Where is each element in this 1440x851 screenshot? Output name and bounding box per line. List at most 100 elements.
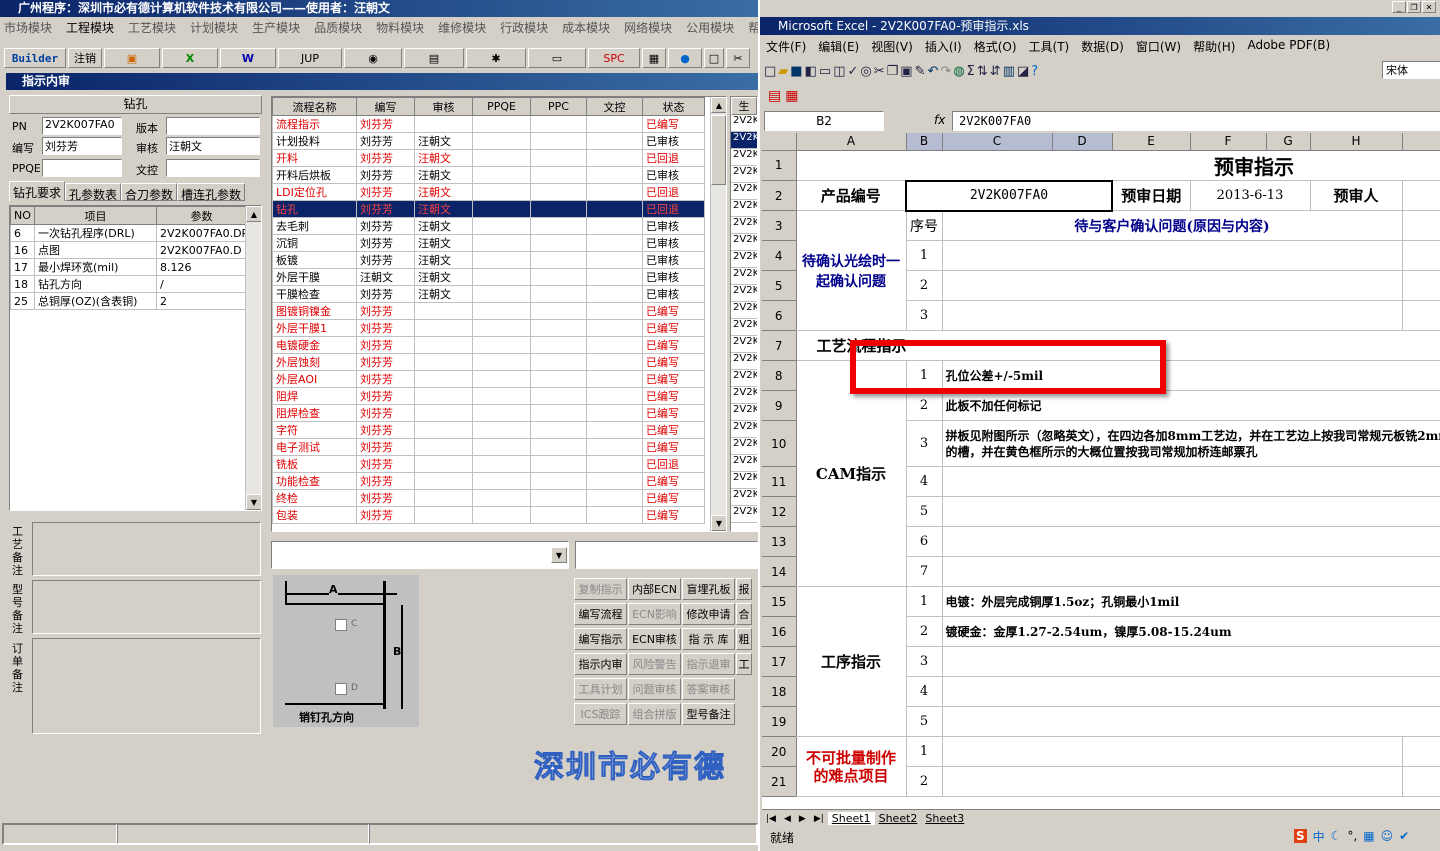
flow-header-5[interactable]: 文控 [586, 97, 643, 116]
param-row[interactable]: 25 总铜厚(OZ)(含表铜) 2 [10, 292, 247, 310]
menu-item-7[interactable]: 维修模块 [438, 21, 486, 35]
cam-item[interactable] [942, 526, 1440, 557]
drawing-icon[interactable]: ◪ [1017, 64, 1029, 79]
flow-row[interactable]: 板镀 刘芬芳 汪朝文 已审核 [272, 251, 705, 269]
excel-menu-item-4[interactable]: 格式(O) [974, 38, 1017, 56]
action-button-0-3[interactable]: 报 [736, 578, 752, 600]
research-icon[interactable]: ◎ [860, 64, 871, 79]
flow-row[interactable]: 外层AOI 刘芬芳 已编写 [272, 370, 705, 388]
side-cell[interactable]: 2V2K [731, 387, 757, 404]
ime-lang[interactable]: 中 [1313, 828, 1325, 845]
action-button-4-2[interactable]: 答案审核 [682, 678, 735, 700]
side-cell[interactable]: 2V2K [731, 149, 757, 166]
flow-row[interactable]: 图镀铜镍金 刘芬芳 已编写 [272, 302, 705, 320]
database-icon[interactable]: ▤ [404, 48, 464, 68]
help-icon[interactable]: ? [1031, 64, 1038, 79]
pdf-email-icon[interactable]: ▦ [785, 88, 798, 104]
menu-item-3[interactable]: 计划模块 [190, 21, 238, 35]
flow-header-6[interactable]: 状态 [642, 97, 705, 116]
flow-row[interactable]: 字符 刘芬芳 已编写 [272, 421, 705, 439]
flow-header-4[interactable]: PPC [530, 97, 587, 116]
action-button-5-1[interactable]: 组合拼版 [628, 703, 681, 725]
print-icon[interactable]: ▭ [819, 64, 831, 79]
side-cell[interactable]: 2V2K [731, 234, 757, 251]
side-cell[interactable]: 2V2K [731, 251, 757, 268]
flow-header-2[interactable]: 审核 [414, 97, 473, 116]
cut-icon[interactable]: ✂ [874, 64, 885, 79]
formula-bar[interactable]: 2V2K007FA0 [952, 111, 1440, 131]
print-preview-icon[interactable]: ◫ [833, 64, 845, 79]
flow-row[interactable]: 外层蚀刻 刘芬芳 已编写 [272, 353, 705, 371]
side-cell[interactable]: 2V2K [731, 166, 757, 183]
calc-icon[interactable]: ▦ [642, 48, 666, 68]
flow-row[interactable]: 包装 刘芬芳 已编写 [272, 506, 705, 524]
col-header-a[interactable]: A [796, 133, 907, 151]
scroll-down-icon[interactable]: ▼ [711, 515, 726, 531]
excel-menu-item-2[interactable]: 视图(V) [871, 38, 913, 56]
redo-icon[interactable]: ↷ [940, 64, 951, 79]
spc-button[interactable]: SPC [588, 48, 640, 68]
param-row[interactable]: 6 一次钻孔程序(DRL) 2V2K007FA0.DRL [10, 224, 247, 242]
scroll-up-icon[interactable]: ▲ [246, 206, 261, 222]
col-header-b[interactable]: B [906, 133, 943, 151]
process-item[interactable]: 电镀：外层完成铜厚1.5oz；孔铜最小1mil [942, 586, 1440, 617]
flow-row[interactable]: 开料 刘芬芳 汪朝文 已回退 [272, 149, 705, 167]
save-icon[interactable]: ■ [790, 64, 802, 79]
action-button-2-0[interactable]: 编写指示 [574, 628, 627, 650]
action-button-1-2[interactable]: 修改申请 [682, 603, 735, 625]
action-button-5-2[interactable]: 型号备注 [682, 703, 735, 725]
flow-row[interactable]: 电镀硬金 刘芬芳 已编写 [272, 336, 705, 354]
action-button-3-1[interactable]: 风险警告 [628, 653, 681, 675]
menu-item-4[interactable]: 生产模块 [252, 21, 300, 35]
cam-item[interactable] [942, 556, 1440, 587]
side-cell[interactable]: 2V2K [731, 489, 757, 506]
page-icon[interactable]: □ [704, 48, 724, 68]
review-date-value[interactable]: 2013-6-13 [1190, 180, 1311, 211]
excel-menu-item-5[interactable]: 工具(T) [1029, 38, 1070, 56]
sort-asc-icon[interactable]: ⇅ [977, 64, 988, 79]
eye-icon[interactable]: ◉ [344, 48, 402, 68]
first-sheet-icon[interactable]: |◀ [766, 814, 776, 824]
excel-menu-item-3[interactable]: 插入(I) [925, 38, 962, 56]
flow-row[interactable]: 铣板 刘芬芳 已回退 [272, 455, 705, 473]
menu-item-0[interactable]: 市场模块 [4, 21, 52, 35]
flow-row[interactable]: 流程指示 刘芬芳 已编写 [272, 115, 705, 133]
action-button-4-0[interactable]: 工具计划 [574, 678, 627, 700]
side-cell[interactable]: 2V2K [731, 506, 757, 523]
flow-row[interactable]: 沉铜 刘芬芳 汪朝文 已审核 [272, 234, 705, 252]
action-button-3-3[interactable]: 工 [736, 653, 752, 675]
open-icon[interactable]: ▰ [778, 64, 788, 79]
checkbox-c[interactable] [335, 619, 347, 631]
col-header-f[interactable]: F [1190, 133, 1267, 151]
flow-header-3[interactable]: PPQE [472, 97, 531, 116]
copy-icon[interactable]: ❐ [887, 64, 899, 79]
side-cell[interactable]: 2V2K [731, 336, 757, 353]
col-header-h[interactable]: H [1310, 133, 1403, 151]
word-icon[interactable]: W [220, 48, 276, 68]
param-scrollbar[interactable]: ▲ ▼ [245, 206, 261, 510]
new-icon[interactable]: □ [764, 64, 776, 79]
format-painter-icon[interactable]: ✎ [915, 64, 926, 79]
col-header-e[interactable]: E [1112, 133, 1191, 151]
side-cell[interactable]: 2V2K [731, 183, 757, 200]
select-all-corner[interactable] [762, 133, 797, 151]
side-cell[interactable]: 2V2K [731, 421, 757, 438]
excel-menu-item-9[interactable]: Adobe PDF(B) [1247, 38, 1330, 56]
action-button-0-2[interactable]: 盲埋孔板 [682, 578, 735, 600]
process-item[interactable] [942, 646, 1440, 677]
scroll-thumb[interactable] [711, 115, 726, 185]
checkbox-d[interactable] [335, 683, 347, 695]
model-note-field[interactable] [32, 580, 261, 634]
excel-icon[interactable]: X [162, 48, 218, 68]
globe-icon[interactable]: ● [668, 48, 702, 68]
col-header-d[interactable]: D [1052, 133, 1113, 151]
col-header-c[interactable]: C [942, 133, 1053, 151]
side-cell[interactable]: 2V2K [731, 319, 757, 336]
builder-button[interactable]: Builder [4, 48, 66, 68]
reviewer-field[interactable]: 汪朝文 [166, 137, 260, 155]
pdf-convert-icon[interactable]: ▤ [768, 88, 781, 104]
action-button-0-0[interactable]: 复制指示 [574, 578, 627, 600]
punct-icon[interactable]: °, [1347, 829, 1357, 843]
action-button-5-0[interactable]: ICS跟踪 [574, 703, 627, 725]
paste-icon[interactable]: ▣ [900, 64, 912, 79]
